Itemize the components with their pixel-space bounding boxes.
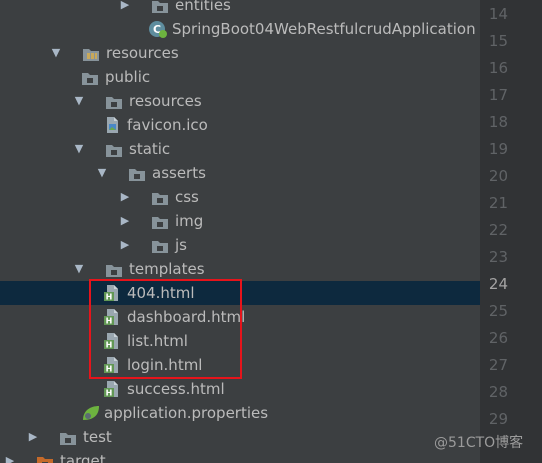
folder-icon	[152, 238, 168, 253]
tree-node[interactable]: ▼ asserts	[0, 161, 480, 185]
line-number: 14	[488, 5, 508, 23]
tree-node[interactable]: ▼ resources	[0, 89, 480, 113]
line-number: 15	[488, 32, 508, 50]
tree-node[interactable]: Hsuccess.html	[0, 377, 480, 401]
spring-boot-class-icon: C	[149, 20, 167, 38]
tree-node-label: resources	[129, 92, 202, 110]
tree-node-label: success.html	[127, 380, 225, 398]
tree-node-label: static	[129, 140, 171, 158]
folder-icon	[152, 214, 168, 229]
svg-text:H: H	[106, 389, 113, 398]
image-file-icon	[104, 117, 120, 133]
tree-node[interactable]: public	[0, 65, 480, 89]
collapse-arrow-icon[interactable]: ▼	[73, 257, 85, 281]
tree-node[interactable]: ▼ static	[0, 137, 480, 161]
tree-node[interactable]: ▶ entities	[0, 0, 480, 17]
folder-icon	[82, 70, 98, 85]
tree-node-label: public	[105, 68, 151, 86]
folder-icon	[106, 262, 122, 277]
collapse-arrow-icon[interactable]: ▼	[96, 161, 108, 185]
editor-line-number-gutter: 14 15 16 17 18 19 20 21 22 23 24 25 26 27 28 29	[480, 0, 542, 463]
tree-node-label: img	[175, 212, 204, 230]
watermark: @51CTO博客	[434, 435, 524, 451]
line-number: 18	[488, 113, 508, 131]
collapse-arrow-icon[interactable]: ▼	[50, 41, 62, 65]
tree-node[interactable]: ▶ img	[0, 209, 480, 233]
line-number: 24	[488, 275, 508, 293]
tree-node[interactable]: ▶ js	[0, 233, 480, 257]
line-number: 27	[488, 356, 508, 374]
tree-node[interactable]: favicon.ico	[0, 113, 480, 137]
tree-node[interactable]: application.properties	[0, 401, 480, 425]
tree-node[interactable]: ▶ target	[0, 449, 480, 463]
tree-node[interactable]: ▶ test	[0, 425, 480, 449]
line-number: 22	[488, 221, 508, 239]
folder-icon	[106, 142, 122, 157]
line-number: 25	[488, 302, 508, 320]
folder-icon	[129, 166, 145, 181]
line-number: 20	[488, 167, 508, 185]
line-number: 17	[488, 86, 508, 104]
line-number: 23	[488, 248, 508, 266]
tree-node-label: asserts	[152, 164, 206, 182]
expand-arrow-icon[interactable]: ▶	[4, 449, 16, 463]
excluded-folder-icon	[37, 454, 53, 463]
line-number: 26	[488, 329, 508, 347]
html-file-icon: H	[104, 381, 120, 398]
expand-arrow-icon[interactable]: ▶	[119, 185, 131, 209]
tree-node-label: SpringBoot04WebRestfulcrudApplication	[172, 20, 476, 38]
tree-node-label: css	[175, 188, 199, 206]
tree-node-label: js	[175, 236, 187, 254]
line-number: 21	[488, 194, 508, 212]
tree-node[interactable]: ▼ resources	[0, 41, 480, 65]
folder-icon	[60, 430, 76, 445]
spring-properties-icon	[81, 404, 99, 420]
expand-arrow-icon[interactable]: ▶	[119, 209, 131, 233]
tree-node-label: test	[83, 428, 112, 446]
tree-node[interactable]: ▶ css	[0, 185, 480, 209]
line-number: 28	[488, 383, 508, 401]
tree-node-label: entities	[175, 0, 231, 14]
project-tree-panel: ▶ entities C SpringBoot04WebRestfulcrudAppl…	[0, 0, 480, 463]
collapse-arrow-icon[interactable]: ▼	[73, 89, 85, 113]
tree-node-label: favicon.ico	[127, 116, 208, 134]
expand-arrow-icon[interactable]: ▶	[119, 0, 131, 17]
resources-root-folder-icon	[83, 46, 99, 61]
annotation-highlight-box	[89, 279, 242, 379]
tree-node-label: application.properties	[104, 404, 269, 422]
expand-arrow-icon[interactable]: ▶	[119, 233, 131, 257]
folder-icon	[152, 190, 168, 205]
tree-node-label: templates	[129, 260, 205, 278]
tree-node-label: target	[60, 452, 106, 463]
folder-icon	[106, 94, 122, 109]
line-number: 19	[488, 140, 508, 158]
expand-arrow-icon[interactable]: ▶	[27, 425, 39, 449]
line-number: 16	[488, 59, 508, 77]
folder-icon	[152, 0, 168, 13]
line-number: 29	[488, 410, 508, 428]
tree-node[interactable]: ▼ templates	[0, 257, 480, 281]
collapse-arrow-icon[interactable]: ▼	[73, 137, 85, 161]
tree-node[interactable]: C SpringBoot04WebRestfulcrudApplication	[0, 17, 480, 41]
tree-node-label: resources	[106, 44, 179, 62]
